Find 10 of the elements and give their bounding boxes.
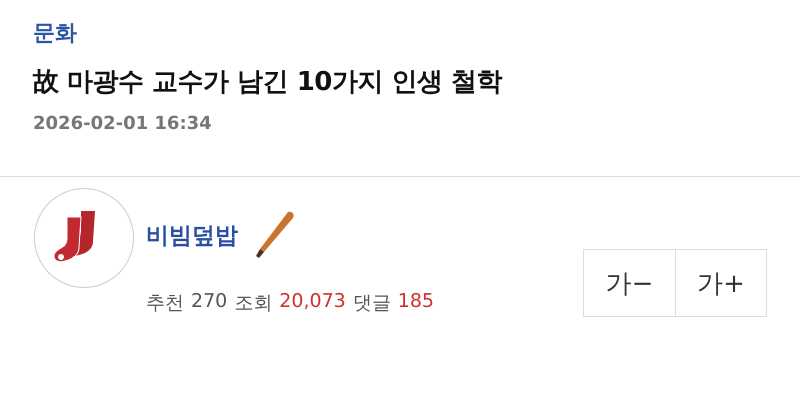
username[interactable]: 비빔덮밥 (146, 220, 238, 250)
category-link[interactable]: 문화 (33, 18, 77, 50)
stat-label: 댓글 (352, 291, 391, 316)
stat-value: 185 (398, 290, 434, 314)
post-date: 2026-02-01 16:34 (33, 113, 212, 134)
article-title: 故 마광수 교수가 남긴 10가지 인생 철학 (33, 67, 502, 97)
stat-label: 추천 (146, 291, 184, 316)
stat-label: 조회 (234, 291, 272, 316)
stat-value: 20,073 (279, 290, 346, 314)
stat-value: 270 (191, 290, 228, 314)
